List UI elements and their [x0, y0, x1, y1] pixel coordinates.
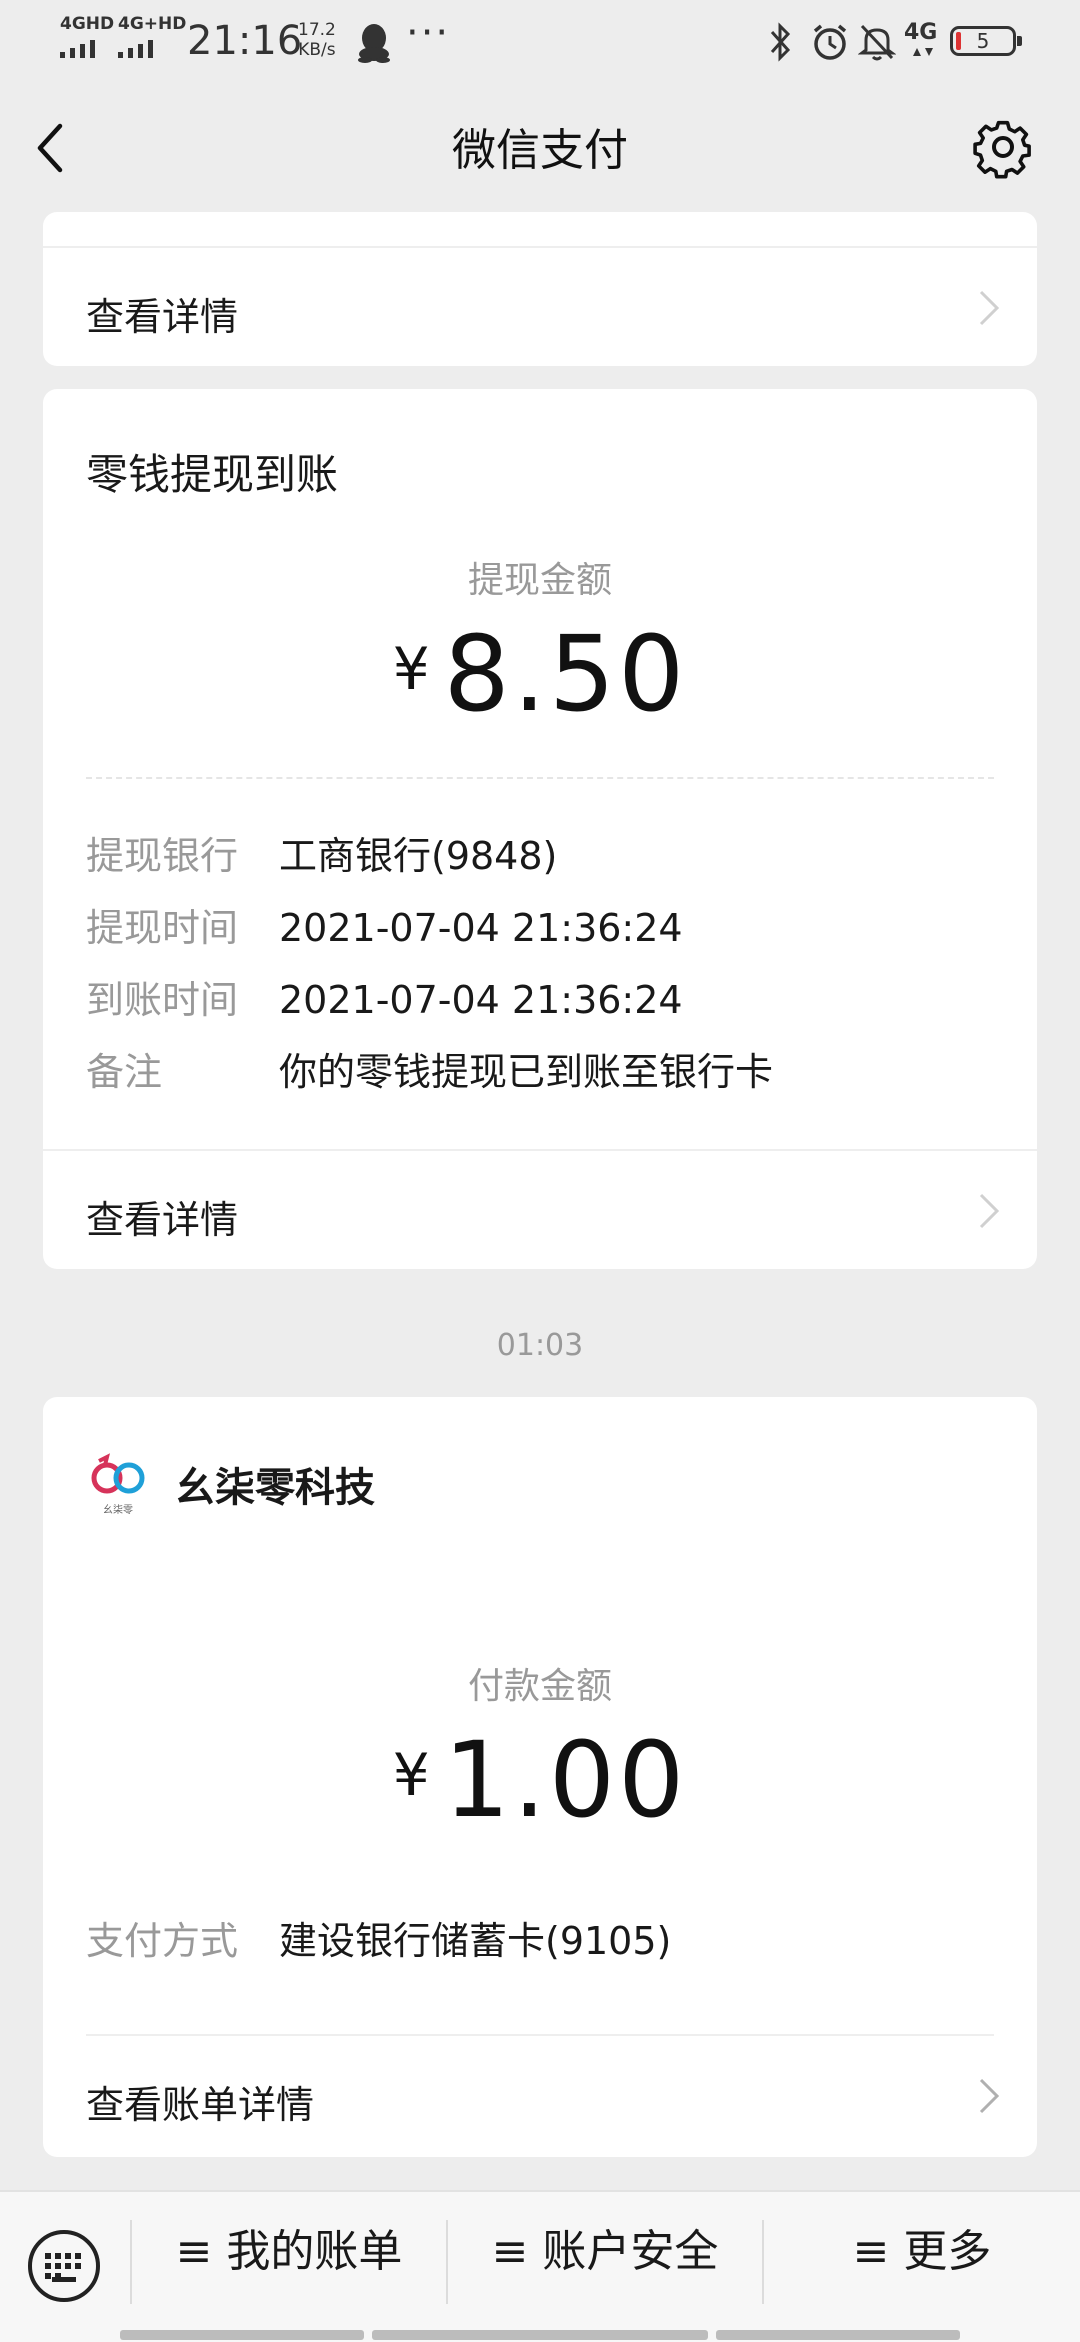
- signal-icon-1: [60, 40, 95, 58]
- settings-gear-icon[interactable]: [970, 114, 1036, 180]
- bottom-menu-bar: ≡ 我的账单 ≡ 账户安全 ≡ 更多: [0, 2190, 1080, 2342]
- tab-more[interactable]: ≡ 更多: [764, 2192, 1080, 2322]
- withdraw-amount: ¥8.50: [43, 613, 1037, 735]
- speed-value: 17.2: [298, 20, 336, 40]
- previous-card: 查看详情: [43, 212, 1037, 366]
- withdraw-amount-label: 提现金额: [467, 560, 612, 601]
- withdraw-title: 零钱提现到账: [86, 450, 339, 499]
- network-speed: 17.2 KB/s: [298, 20, 336, 60]
- detail-key: 到账时间: [86, 978, 239, 1022]
- more-notifications-icon: ···: [406, 10, 451, 56]
- view-bill-details-label: 查看账单详情: [86, 2083, 315, 2127]
- network-label-1: 4GHD: [60, 14, 115, 34]
- view-details-link[interactable]: 查看详情: [43, 1151, 1037, 1269]
- payment-method-key: 支付方式: [86, 1919, 239, 1963]
- chevron-right-icon: [979, 1193, 1000, 1229]
- speed-unit: KB/s: [298, 40, 336, 60]
- dashed-divider: [86, 777, 994, 779]
- chevron-right-icon: [979, 2078, 1000, 2114]
- qq-icon: [358, 24, 390, 63]
- view-details-label: 查看详情: [86, 295, 239, 339]
- merchant-logo: 幺柒零: [91, 1453, 145, 1516]
- detail-value: 2021-07-04 21:36:24: [279, 978, 683, 1022]
- payment-amount-label: 付款金额: [467, 1666, 612, 1707]
- tab-my-bills[interactable]: ≡ 我的账单: [132, 2192, 446, 2322]
- page-title: 微信支付: [452, 125, 628, 176]
- tab-account-security[interactable]: ≡ 账户安全: [448, 2192, 762, 2322]
- view-details-label: 查看详情: [86, 1198, 239, 1242]
- detail-value: 你的零钱提现已到账至银行卡: [279, 1050, 774, 1094]
- data-arrows-icon: [913, 48, 933, 56]
- battery-level: 5: [976, 29, 990, 53]
- logo-caption: 幺柒零: [103, 1503, 133, 1516]
- clock: 21:16: [187, 18, 303, 64]
- detail-key: 提现银行: [86, 834, 239, 878]
- detail-value: 2021-07-04 21:36:24: [279, 906, 683, 950]
- nav-indicator: [120, 2330, 364, 2340]
- network-label-2: 4G+HD: [118, 14, 187, 34]
- withdraw-card: 零钱提现到账 提现金额 ¥8.50 提现银行 工商银行(9848) 提现时间 2…: [43, 389, 1037, 1269]
- payment-amount-value: 1.00: [443, 1719, 688, 1841]
- bluetooth-icon: [770, 22, 791, 62]
- view-details-link[interactable]: 查看详情: [43, 248, 1037, 366]
- detail-key: 备注: [86, 1050, 163, 1094]
- currency-symbol: ¥: [392, 1741, 430, 1809]
- payment-amount: ¥1.00: [43, 1719, 1037, 1841]
- chevron-right-icon: [979, 290, 1000, 326]
- currency-symbol: ¥: [392, 635, 430, 703]
- withdraw-amount-value: 8.50: [443, 613, 688, 735]
- battery-icon: 5: [950, 26, 1022, 56]
- payment-method-value: 建设银行储蓄卡(9105): [279, 1919, 672, 1963]
- payment-card: 幺柒零 幺柒零科技 付款金额 ¥1.00 支付方式 建设银行储蓄卡(9105) …: [43, 1397, 1037, 2157]
- nav-indicator: [372, 2330, 708, 2340]
- detail-value: 工商银行(9848): [279, 834, 558, 878]
- message-timestamp: 01:03: [496, 1328, 584, 1363]
- merchant-name: 幺柒零科技: [175, 1465, 375, 1511]
- nav-bar: 微信支付: [0, 84, 1080, 212]
- view-bill-details-link[interactable]: 查看账单详情: [43, 2036, 1037, 2154]
- detail-key: 提现时间: [86, 906, 239, 950]
- status-bar: 4GHD 4G+HD 21:16 17.2 KB/s ··· 4G 5: [0, 0, 1080, 84]
- network-label-right: 4G: [904, 20, 938, 45]
- nav-indicator: [716, 2330, 960, 2340]
- keyboard-toggle-icon[interactable]: [28, 2230, 100, 2302]
- signal-icon-2: [118, 40, 153, 58]
- alarm-icon: [813, 24, 847, 60]
- mute-icon: [858, 24, 896, 61]
